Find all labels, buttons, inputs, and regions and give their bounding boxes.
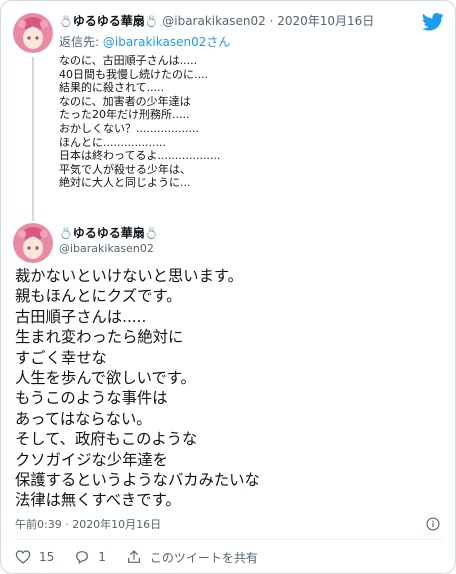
like-button[interactable]: 15 <box>15 549 54 565</box>
tweet-card: 💍ゆるゆる華扇💍 @ibarakikasen02 · 2020年10月16日 返… <box>0 0 456 574</box>
ring-emoji: 💍 <box>144 227 159 240</box>
separator-dot: · <box>269 14 274 28</box>
ring-emoji: 💍 <box>144 15 159 28</box>
twitter-bird-icon[interactable] <box>422 13 444 31</box>
user-handle[interactable]: @ibarakikasen02 <box>59 242 154 256</box>
replying-to-mention[interactable]: @ibarakikasen02さん <box>103 35 230 49</box>
tweet-date[interactable]: 2020年10月16日 <box>277 14 374 28</box>
display-name[interactable]: ゆるゆる華扇 <box>73 14 145 28</box>
like-count: 15 <box>39 550 55 564</box>
user-handle[interactable]: @ibarakikasen02 <box>162 14 265 28</box>
ring-emoji: 💍 <box>59 227 73 240</box>
main-tweet-author: 💍ゆるゆる華扇💍 <box>59 225 158 242</box>
avatar[interactable] <box>13 223 53 263</box>
avatar[interactable] <box>13 13 53 53</box>
replying-prefix: 返信先: <box>59 35 100 49</box>
heart-icon <box>15 550 31 564</box>
reply-tweet-body: なのに、古田順子さんは..... 40日間も我慢し続けたのに.... 結果的に殺… <box>59 54 221 190</box>
share-icon <box>127 550 140 563</box>
replying-to-line: 返信先: @ibarakikasen02さん <box>59 34 230 50</box>
ring-emoji: 💍 <box>59 15 73 28</box>
reply-tweet-header: 💍ゆるゆる華扇💍 @ibarakikasen02 · 2020年10月16日 <box>59 13 374 30</box>
reply-button[interactable]: 1 <box>74 549 106 565</box>
reply-icon <box>76 551 89 564</box>
action-bar: 15 1 このツイートを共有 <box>15 547 278 567</box>
tweet-timestamp[interactable]: 午前0:39 · 2020年10月16日 <box>15 518 161 532</box>
display-name[interactable]: ゆるゆる華扇 <box>73 226 145 240</box>
main-tweet-body: 裁かないといけないと思います。 親もほんとにクズです。 古田順子さんは.....… <box>15 267 260 510</box>
thread-connector-line <box>32 57 34 221</box>
divider <box>15 539 443 540</box>
share-label: このツイートを共有 <box>149 550 258 565</box>
share-button[interactable]: このツイートを共有 <box>126 549 258 566</box>
reply-count: 1 <box>98 550 106 564</box>
info-icon[interactable] <box>426 517 440 531</box>
